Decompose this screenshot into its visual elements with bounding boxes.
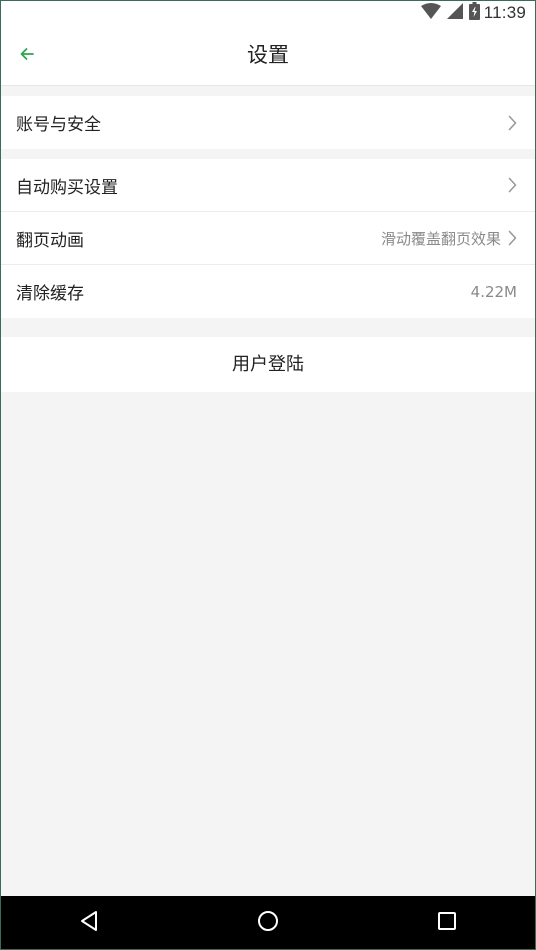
cell-signal-icon (446, 3, 463, 23)
chevron-right-icon (505, 229, 519, 247)
battery-icon (468, 2, 480, 24)
settings-group-reading: 自动购买设置 翻页动画 滑动覆盖翻页效果 清除缓存 4.22M (1, 159, 535, 318)
back-button[interactable] (10, 38, 44, 72)
nav-recents-button[interactable] (417, 896, 477, 950)
clear-cache-row[interactable]: 清除缓存 4.22M (1, 265, 535, 318)
wifi-icon (420, 3, 441, 23)
recents-square-icon (437, 911, 457, 935)
arrow-left-icon (19, 46, 35, 65)
status-time: 11:39 (483, 3, 526, 22)
auto-purchase-label: 自动购买设置 (16, 177, 118, 198)
app-bar: 设置 (0, 26, 536, 86)
home-circle-icon (257, 910, 279, 936)
page-turn-animation-label: 翻页动画 (16, 230, 84, 251)
page-turn-animation-value: 滑动覆盖翻页效果 (380, 229, 501, 248)
back-triangle-icon (79, 910, 99, 936)
settings-group-account: 账号与安全 (1, 96, 535, 149)
cache-size-value: 4.22M (470, 282, 517, 301)
account-security-label: 账号与安全 (16, 115, 101, 135)
auto-purchase-row[interactable]: 自动购买设置 (1, 159, 535, 212)
page-title: 设置 (247, 43, 289, 67)
nav-back-button[interactable] (59, 896, 119, 950)
system-nav-bar (0, 896, 536, 950)
status-icons (420, 2, 480, 24)
account-security-row[interactable]: 账号与安全 (1, 96, 535, 149)
clear-cache-label: 清除缓存 (16, 284, 84, 304)
chevron-right-icon (505, 176, 519, 194)
status-bar: 11:39 (0, 0, 536, 26)
nav-home-button[interactable] (238, 896, 298, 950)
chevron-right-icon (505, 114, 519, 132)
page-turn-animation-row[interactable]: 翻页动画 滑动覆盖翻页效果 (1, 212, 535, 265)
user-login-button[interactable]: 用户登陆 (1, 337, 535, 392)
